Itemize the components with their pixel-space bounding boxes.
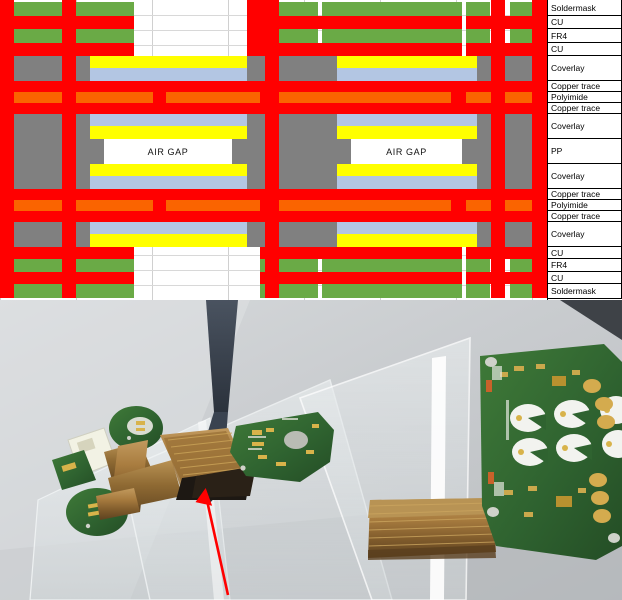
label-cu-2: CU bbox=[548, 43, 622, 56]
label-coverlay-1: Coverlay bbox=[548, 56, 622, 81]
center-board-hole bbox=[284, 431, 308, 449]
air-gap-right: AIR GAP bbox=[351, 139, 462, 164]
pcb-photograph bbox=[0, 300, 622, 600]
label-copper-trace-2: Copper trace bbox=[548, 103, 622, 114]
via-column-4 bbox=[491, 0, 505, 298]
via-column-edge-left bbox=[0, 0, 14, 298]
label-cu-1: CU bbox=[548, 16, 622, 29]
label-fr4-bottom: FR4 bbox=[548, 259, 622, 272]
label-polyimide-2: Polyimide bbox=[548, 200, 622, 211]
via-column-1 bbox=[62, 0, 76, 298]
via-column-2 bbox=[247, 0, 279, 56]
right-flex-bridge bbox=[368, 498, 496, 560]
cross-section-diagram: AIR GAP AIR GAP Soldermask CU FR4 CU Cov… bbox=[0, 0, 622, 300]
photo-svg bbox=[0, 300, 622, 600]
sensor-round-top-pad bbox=[127, 417, 153, 435]
via-column-3 bbox=[265, 56, 279, 298]
sensor-pad-gold-1 bbox=[136, 421, 145, 425]
via-column-edge-right bbox=[532, 0, 547, 298]
label-soldermask-top: Soldermask bbox=[548, 0, 622, 16]
center-board-mount-hole bbox=[240, 465, 246, 471]
label-soldermask-bottom: Soldermask bbox=[548, 284, 622, 299]
acrylic-edge-highlight bbox=[430, 356, 446, 600]
label-coverlay-4: Coverlay bbox=[548, 222, 622, 247]
air-gap-left: AIR GAP bbox=[104, 139, 232, 164]
label-copper-trace-1: Copper trace bbox=[548, 81, 622, 92]
label-coverlay-2: Coverlay bbox=[548, 114, 622, 139]
label-copper-trace-4: Copper trace bbox=[548, 211, 622, 222]
label-cu-3: CU bbox=[548, 247, 622, 259]
sensor-pad-gold-2 bbox=[136, 428, 145, 431]
label-polyimide-1: Polyimide bbox=[548, 92, 622, 103]
label-fr4-top: FR4 bbox=[548, 29, 622, 43]
layer-label-column: Soldermask CU FR4 CU Coverlay Copper tra… bbox=[547, 0, 622, 300]
label-cu-4: CU bbox=[548, 272, 622, 284]
label-pp: PP bbox=[548, 139, 622, 164]
label-coverlay-3: Coverlay bbox=[548, 164, 622, 189]
sensor-round-top-via bbox=[127, 436, 131, 440]
label-copper-trace-3: Copper trace bbox=[548, 189, 622, 200]
sensor-round-bottom-via bbox=[85, 523, 91, 529]
